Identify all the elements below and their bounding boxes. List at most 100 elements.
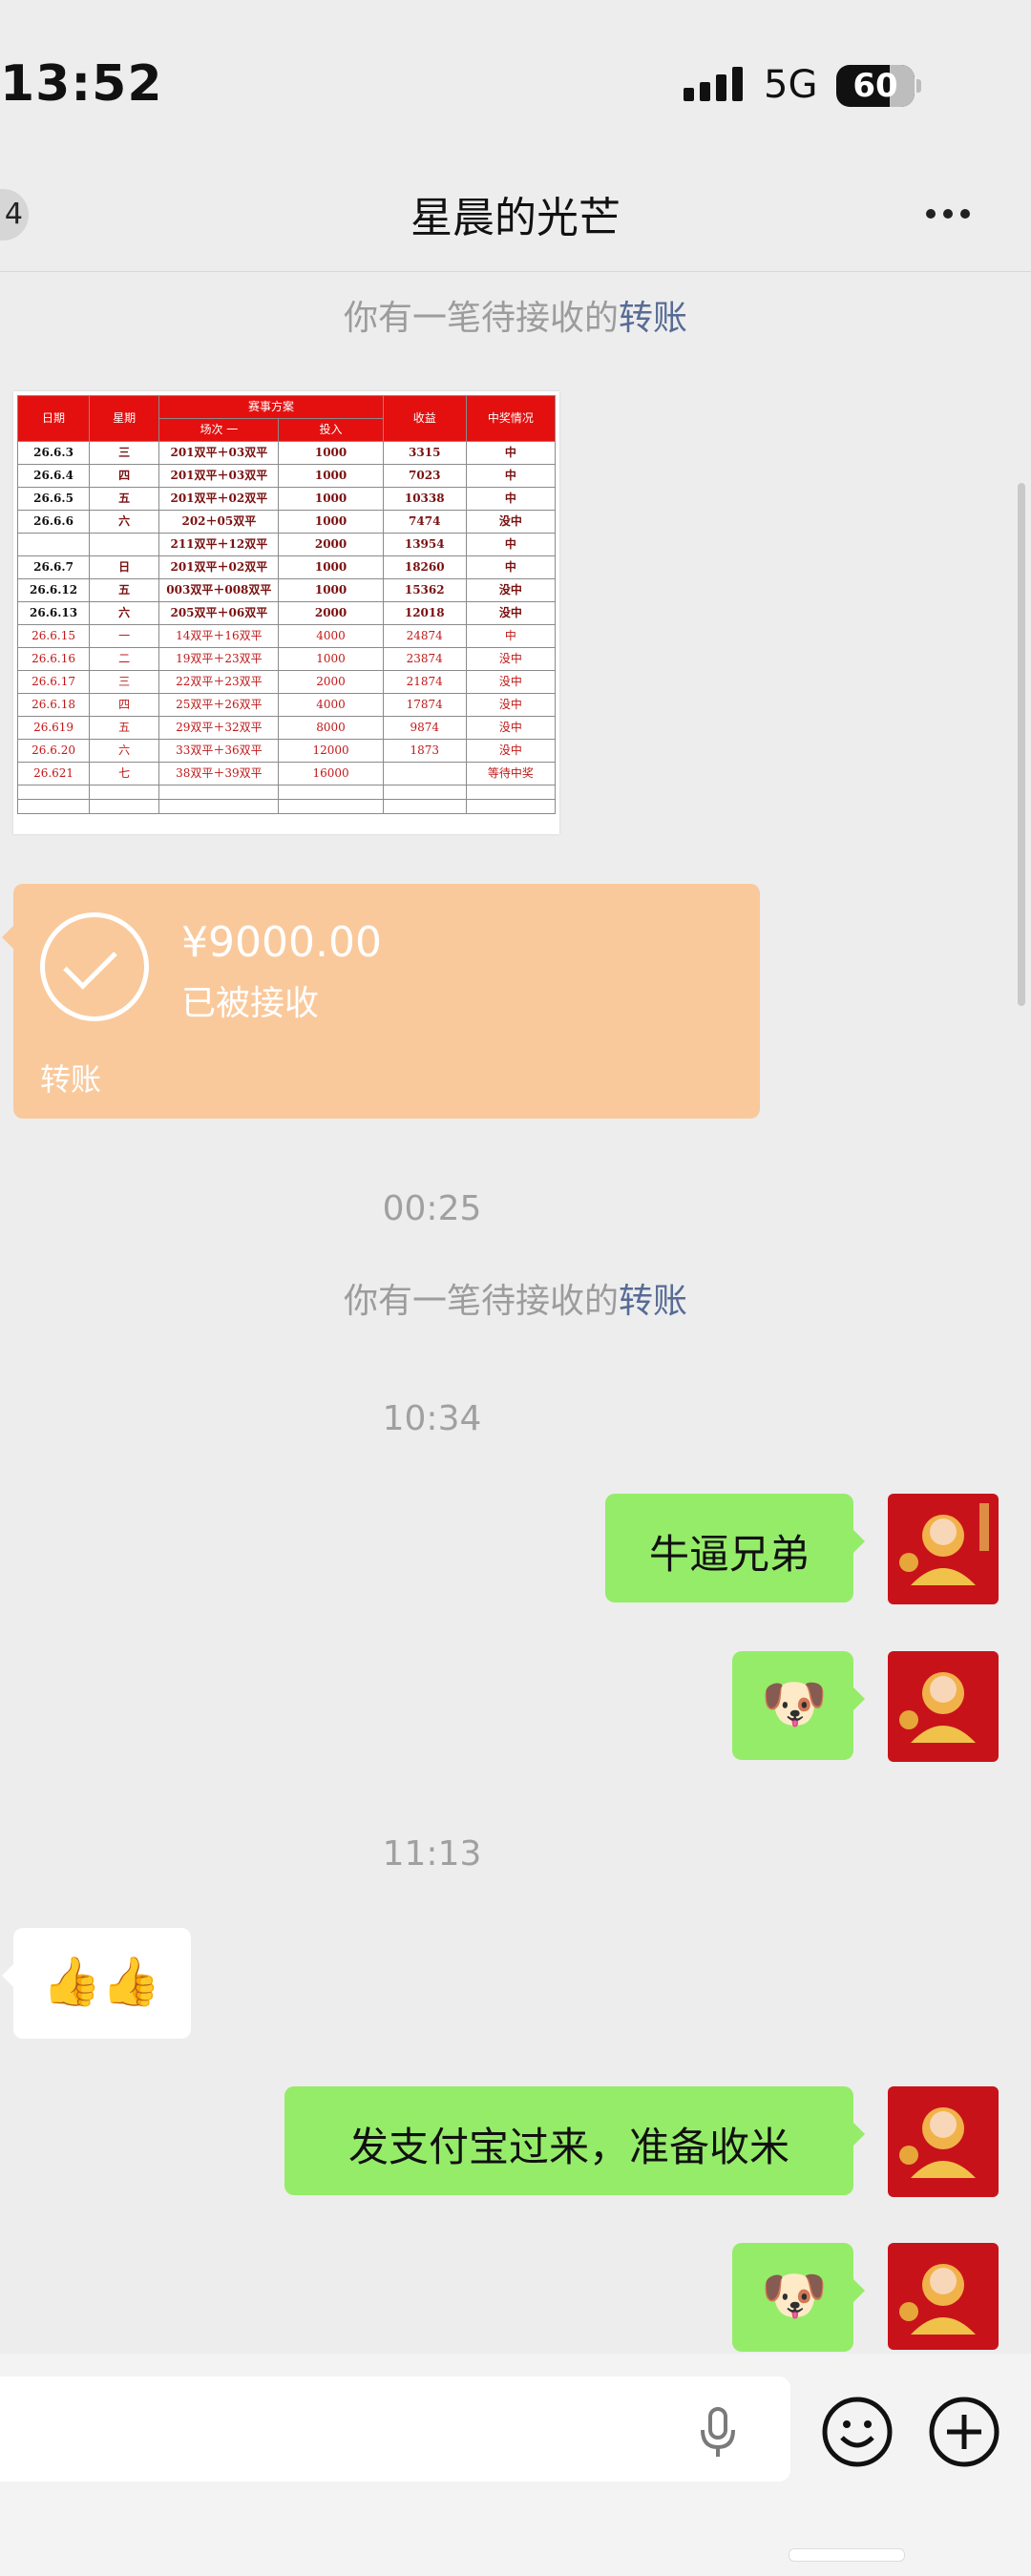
avatar-image [888,2243,999,2350]
cell: 26.6.6 [16,510,91,534]
battery-icon: 60 [836,65,915,107]
more-icon[interactable] [926,204,983,223]
cell: 五 [89,487,160,511]
timestamp: 11:13 [382,1834,482,1874]
cell: 24874 [382,624,467,648]
cell: 26.6.20 [16,739,91,763]
table-row: 26.6.17 三 22双平＋23双平 2000 21874 没中 [16,670,557,694]
table-image[interactable]: 日期 星期 赛事方案 收益 中奖情况 场次 一 投入 26.6.3 三 201双平＋… [13,391,559,834]
transfer-link[interactable]: 转账 [619,1282,687,1321]
message-input[interactable] [0,2377,790,2482]
message-bubble[interactable]: 牛逼兄弟 [605,1494,865,1602]
mic-icon[interactable] [689,2403,747,2461]
cell: 六 [89,739,160,763]
table-row: 26.6.4 四 201双平＋03双平 1000 7023 中 [16,464,557,488]
table-row: 26.6.20 六 33双平＋36双平 12000 1873 没中 [16,739,557,763]
table-row [16,799,557,814]
avatar[interactable] [888,1494,999,1604]
cell: 五 [89,716,160,740]
cell: 2000 [278,601,384,625]
cell: 7474 [382,510,467,534]
cell: 中 [465,441,557,465]
cell: 七 [89,762,160,785]
cell: 中 [465,624,557,648]
cell: 三 [89,670,160,694]
cell: 26.6.12 [16,578,91,602]
table-row: 26.6.5 五 201双平＋02双平 1000 10338 中 [16,487,557,511]
table-header: 星期 [89,395,160,442]
transfer-label: 转账 [40,1061,102,1098]
table-header: 投入 [278,418,384,442]
message-bubble[interactable]: 发支付宝过来，准备收米 [284,2086,865,2195]
status-bar: 13:52 5G 60 [0,0,1031,172]
cell: 日 [89,555,160,579]
avatar[interactable] [888,2243,999,2350]
cell: 中 [465,487,557,511]
cell: 13954 [382,533,467,556]
avatar-image [888,1651,999,1762]
cell: 33双平＋36双平 [158,739,280,763]
table-row: 26.6.12 五 003双平＋008双平 1000 15362 没中 [16,578,557,602]
cell: 中 [465,533,557,556]
cell [89,533,160,556]
cell: 19双平＋23双平 [158,647,280,671]
cell: 211双平＋12双平 [158,533,280,556]
plus-icon[interactable] [926,2394,1002,2470]
transfer-card[interactable]: ¥9000.00 已被接收 转账 [2,884,760,1119]
system-notice: 你有一笔待接收的转账 [0,290,1031,340]
cell: 26.6.13 [16,601,91,625]
cell: 等待中奖 [465,762,557,785]
table-row: 26.6.13 六 205双平＋06双平 2000 12018 没中 [16,601,557,625]
transfer-status: 已被接收 [181,984,320,1023]
transfer-amount: ¥9000.00 [181,918,382,967]
cell: 没中 [465,601,557,625]
cell: 7023 [382,464,467,488]
cell [382,762,467,785]
cell: 26.6.4 [16,464,91,488]
chat-title: 星晨的光芒 [410,194,621,242]
cell: 15362 [382,578,467,602]
table-row: 26.6.7 日 201双平＋02双平 1000 18260 中 [16,555,557,579]
cell: 1000 [278,487,384,511]
scrollbar[interactable] [1018,483,1025,1006]
home-indicator[interactable] [789,2548,905,2562]
cell: 18260 [382,555,467,579]
cell: 21874 [382,670,467,694]
table-header: 场次 一 [158,418,280,442]
cell: 2000 [278,670,384,694]
chat-header: 4 星晨的光芒 [0,172,1031,272]
avatar[interactable] [888,2086,999,2197]
cell: 201双平＋02双平 [158,555,280,579]
avatar-image [888,1494,999,1604]
cell: 4000 [278,624,384,648]
table-row: 211双平＋12双平 2000 13954 中 [16,533,557,556]
table-row: 26.6.3 三 201双平＋03双平 1000 3315 中 [16,441,557,465]
cell: 16000 [278,762,384,785]
cell: 1000 [278,510,384,534]
message-bubble[interactable]: 🐶 [732,1651,865,1760]
table-row: 26.619 五 29双平＋32双平 8000 9874 没中 [16,716,557,740]
cell: 25双平＋26双平 [158,693,280,717]
cell: 没中 [465,716,557,740]
emoji-icon[interactable] [819,2394,895,2470]
message-bubble[interactable]: 🐶 [732,2243,865,2352]
message-text: 发支付宝过来，准备收米 [347,2124,789,2170]
cell: 202＋05双平 [158,510,280,534]
cell: 1000 [278,464,384,488]
system-notice: 你有一笔待接收的转账 [0,1273,1031,1323]
cell: 26.6.16 [16,647,91,671]
avatar-image [888,2086,999,2197]
transfer-link[interactable]: 转账 [619,299,687,338]
battery-tip [916,79,921,93]
cell: 26.6.7 [16,555,91,579]
avatar[interactable] [888,1651,999,1762]
cell: 12000 [278,739,384,763]
cell: 没中 [465,739,557,763]
cell: 四 [89,464,160,488]
message-bubble[interactable]: 👍👍 [2,1928,191,2039]
cell [16,533,91,556]
table-header: 赛事方案 [158,395,384,419]
cell: 26.6.18 [16,693,91,717]
table-row: 26.6.18 四 25双平＋26双平 4000 17874 没中 [16,693,557,717]
cell: 10338 [382,487,467,511]
